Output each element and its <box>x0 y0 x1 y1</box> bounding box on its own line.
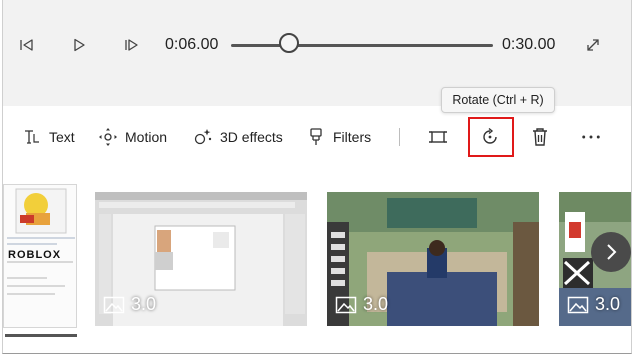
motion-icon <box>98 127 118 147</box>
play-button[interactable] <box>67 33 91 57</box>
duration-label: 3.0 <box>567 294 620 315</box>
3d-effects-button-label: 3D effects <box>220 129 283 145</box>
duration-text: 3.0 <box>131 294 157 314</box>
trash-icon <box>530 127 550 147</box>
duration-label: 3.0 <box>103 294 156 315</box>
image-icon <box>335 296 357 313</box>
crop-icon <box>428 127 448 147</box>
delete-button[interactable] <box>530 124 550 150</box>
text-button-label: Text <box>49 129 75 145</box>
text-button[interactable]: Text <box>22 124 75 150</box>
storyboard-scroll-indicator <box>5 334 77 337</box>
storyboard-card-3[interactable]: 3.0 <box>327 192 539 326</box>
image-icon <box>567 296 589 313</box>
more-icon <box>581 127 601 147</box>
3d-effects-button[interactable]: 3D effects <box>193 124 283 150</box>
storyboard-card-1[interactable]: ROBLOX <box>3 184 77 328</box>
duration-text: 3.0 <box>363 294 389 314</box>
3d-effects-icon <box>193 127 213 147</box>
play-icon <box>74 38 85 52</box>
filters-button[interactable]: Filters <box>306 124 371 150</box>
rotate-button[interactable] <box>480 124 500 150</box>
more-options-button[interactable] <box>581 124 601 150</box>
text-icon <box>22 127 42 147</box>
seek-bar[interactable] <box>231 44 493 47</box>
image-icon <box>103 296 125 313</box>
previous-frame-button[interactable] <box>15 33 39 57</box>
crop-button[interactable] <box>428 124 448 150</box>
chevron-right-icon <box>607 244 617 260</box>
roblox-logo-text: ROBLOX <box>8 249 62 261</box>
next-frame-button[interactable] <box>119 33 143 57</box>
motion-button-label: Motion <box>125 129 168 145</box>
storyboard-card-2[interactable]: 3.0 <box>95 192 307 326</box>
video-editor-window: 0:06.00 0:30.00 Rotate (Ctrl + R) Text M… <box>2 0 632 354</box>
filters-icon <box>306 127 326 147</box>
fullscreen-button[interactable] <box>581 33 605 57</box>
total-time: 0:30.00 <box>502 36 556 53</box>
toolbar-divider <box>399 128 400 146</box>
next-page-button[interactable] <box>591 232 631 272</box>
skip-forward-icon <box>125 39 138 51</box>
duration-text: 3.0 <box>595 294 621 314</box>
duration-label: 3.0 <box>335 294 388 315</box>
rotate-icon <box>480 127 500 147</box>
rotate-tooltip: Rotate (Ctrl + R) <box>441 87 555 113</box>
motion-button[interactable]: Motion <box>98 124 167 150</box>
seek-handle[interactable] <box>279 33 299 53</box>
expand-icon <box>587 39 599 51</box>
filters-button-label: Filters <box>333 129 372 145</box>
current-time: 0:06.00 <box>165 36 219 53</box>
skip-back-icon <box>20 39 33 51</box>
